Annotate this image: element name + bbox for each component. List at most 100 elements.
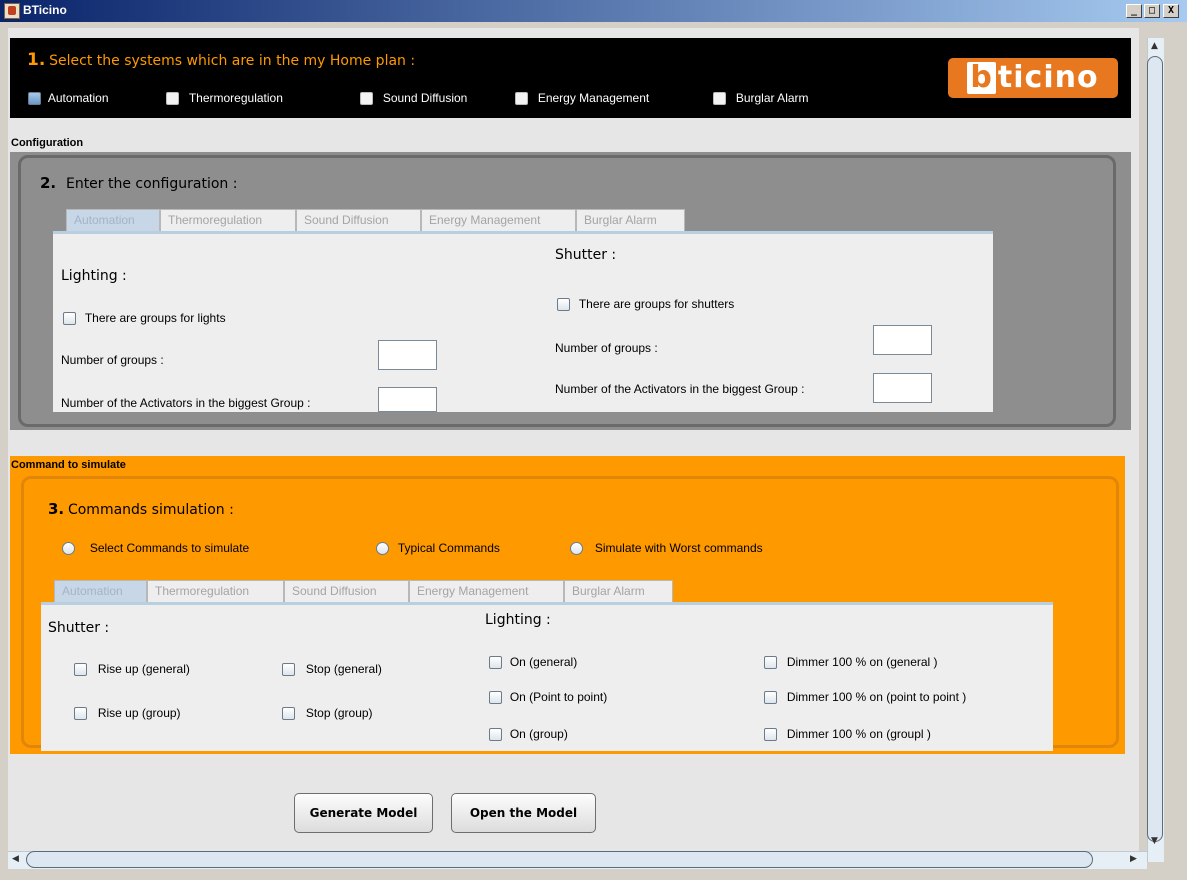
logo-highlight: b <box>967 62 996 94</box>
java-app-icon <box>4 3 20 19</box>
label-stop-general: Stop (general) <box>305 662 382 676</box>
config-lighting-groups-checkbox[interactable] <box>63 312 76 325</box>
checkbox-rise-up-group[interactable] <box>74 707 87 720</box>
command-tab-burglar-alarm[interactable]: Burglar Alarm <box>564 580 673 602</box>
checkbox-dimmer-point-to-point[interactable] <box>764 691 777 704</box>
system-label-thermoregulation: Thermoregulation <box>188 91 283 105</box>
label-dimmer-point-to-point: Dimmer 100 % on (point to point ) <box>786 690 967 704</box>
mode-label-typical-commands: Typical Commands <box>397 541 500 555</box>
command-tab-energy-management[interactable]: Energy Management <box>409 580 564 602</box>
command-shutter-title: Shutter : <box>48 620 110 636</box>
system-checkbox-energy-management[interactable]: Energy Management <box>515 91 649 105</box>
checkbox-energy-management[interactable] <box>515 92 528 105</box>
scroll-up-arrow-icon[interactable]: ▲ <box>1151 41 1158 51</box>
config-lighting-num-groups-label: Number of groups : <box>61 353 164 367</box>
scroll-left-arrow-icon[interactable]: ◀ <box>12 854 19 864</box>
label-on-point-to-point: On (Point to point) <box>509 690 608 704</box>
close-button[interactable]: X <box>1163 4 1179 18</box>
command-dimmer-group[interactable]: Dimmer 100 % on (groupl ) <box>764 727 931 741</box>
command-stop-group[interactable]: Stop (group) <box>282 706 373 720</box>
command-dimmer-general[interactable]: Dimmer 100 % on (general ) <box>764 655 938 669</box>
checkbox-sound-diffusion[interactable] <box>360 92 373 105</box>
config-tab-sound-diffusion[interactable]: Sound Diffusion <box>296 209 421 231</box>
checkbox-dimmer-general[interactable] <box>764 656 777 669</box>
system-checkbox-automation[interactable]: Automation <box>28 91 109 105</box>
section1-title: Select the systems which are in the my H… <box>49 53 416 69</box>
checkbox-dimmer-group[interactable] <box>764 728 777 741</box>
generate-model-button[interactable]: Generate Model <box>294 793 433 833</box>
maximize-button[interactable]: □ <box>1144 4 1160 18</box>
command-tab-thermoregulation[interactable]: Thermoregulation <box>147 580 284 602</box>
section2-title: Enter the configuration : <box>65 176 238 192</box>
command-tab-automation[interactable]: Automation <box>54 580 147 602</box>
logo-text: ticino <box>997 60 1099 95</box>
open-model-button[interactable]: Open the Model <box>451 793 596 833</box>
minimize-button[interactable]: _ <box>1126 4 1142 18</box>
bticino-logo: b ticino <box>948 58 1118 98</box>
scroll-down-arrow-icon[interactable]: ▼ <box>1151 836 1158 846</box>
checkbox-thermoregulation[interactable] <box>166 92 179 105</box>
mode-label-select-commands: Select Commands to simulate <box>89 541 250 555</box>
section3-title: Commands simulation : <box>67 502 234 518</box>
label-rise-up-group: Rise up (group) <box>97 706 181 720</box>
config-tab-automation[interactable]: Automation <box>66 209 160 231</box>
checkbox-stop-group[interactable] <box>282 707 295 720</box>
command-rise-up-general[interactable]: Rise up (general) <box>74 662 190 676</box>
vertical-scrollbar-thumb[interactable] <box>1147 56 1163 842</box>
scroll-right-arrow-icon[interactable]: ▶ <box>1130 854 1137 864</box>
section3-heading: 3. Commands simulation : <box>48 500 234 518</box>
config-shutter-num-activators-input[interactable] <box>873 373 932 403</box>
config-lighting-num-activators-label: Number of the Activators in the biggest … <box>61 396 311 410</box>
command-stop-general[interactable]: Stop (general) <box>282 662 382 676</box>
system-checkbox-thermoregulation[interactable]: Thermoregulation <box>166 91 283 105</box>
command-dimmer-point-to-point[interactable]: Dimmer 100 % on (point to point ) <box>764 690 966 704</box>
window-title-bar[interactable]: BTicino _ □ X <box>0 0 1187 22</box>
label-on-general: On (general) <box>509 655 578 669</box>
config-shutter-num-activators-label: Number of the Activators in the biggest … <box>555 382 805 396</box>
checkbox-burglar-alarm[interactable] <box>713 92 726 105</box>
config-lighting-num-activators-input[interactable] <box>378 387 437 412</box>
command-on-point-to-point[interactable]: On (Point to point) <box>489 690 607 704</box>
config-shutter-groups-label: There are groups for shutters <box>578 297 735 311</box>
mode-typical-commands[interactable]: Typical Commands <box>376 541 500 555</box>
commands-header: Command to simulate <box>11 459 126 471</box>
config-lighting-groups-label: There are groups for lights <box>84 311 226 325</box>
config-shutter-groups-checkbox[interactable] <box>557 298 570 311</box>
mode-label-worst-commands: Simulate with Worst commands <box>594 541 763 555</box>
config-tab-thermoregulation[interactable]: Thermoregulation <box>160 209 296 231</box>
commands-header-bar <box>10 456 1125 472</box>
command-on-general[interactable]: On (general) <box>489 655 577 669</box>
command-rise-up-group[interactable]: Rise up (group) <box>74 706 181 720</box>
checkbox-on-group[interactable] <box>489 728 502 741</box>
config-shutter-num-groups-input[interactable] <box>873 325 932 355</box>
checkbox-on-point-to-point[interactable] <box>489 691 502 704</box>
checkbox-rise-up-general[interactable] <box>74 663 87 676</box>
config-lighting-groups-option[interactable]: There are groups for lights <box>63 311 226 325</box>
mode-select-commands[interactable]: Select Commands to simulate <box>62 541 249 555</box>
horizontal-scrollbar-thumb[interactable] <box>26 851 1093 868</box>
system-label-sound-diffusion: Sound Diffusion <box>382 91 468 105</box>
command-tab-sound-diffusion[interactable]: Sound Diffusion <box>284 580 409 602</box>
checkbox-on-general[interactable] <box>489 656 502 669</box>
config-lighting-num-groups-input[interactable] <box>378 340 437 370</box>
label-stop-group: Stop (group) <box>305 706 373 720</box>
config-tab-burglar-alarm[interactable]: Burglar Alarm <box>576 209 685 231</box>
radio-typical-commands[interactable] <box>376 542 389 555</box>
radio-worst-commands[interactable] <box>570 542 583 555</box>
system-checkbox-sound-diffusion[interactable]: Sound Diffusion <box>360 91 467 105</box>
config-shutter-groups-option[interactable]: There are groups for shutters <box>557 297 734 311</box>
system-label-energy-management: Energy Management <box>537 91 650 105</box>
radio-select-commands[interactable] <box>62 542 75 555</box>
config-shutter-title: Shutter : <box>555 247 617 263</box>
configuration-header: Configuration <box>11 137 84 149</box>
checkbox-automation[interactable] <box>28 92 41 105</box>
config-shutter-num-groups-label: Number of groups : <box>555 341 658 355</box>
label-rise-up-general: Rise up (general) <box>97 662 190 676</box>
label-on-group: On (group) <box>509 727 568 741</box>
system-checkbox-burglar-alarm[interactable]: Burglar Alarm <box>713 91 809 105</box>
command-on-group[interactable]: On (group) <box>489 727 568 741</box>
checkbox-stop-general[interactable] <box>282 663 295 676</box>
mode-worst-commands[interactable]: Simulate with Worst commands <box>570 541 763 555</box>
system-label-automation: Automation <box>47 91 109 105</box>
config-tab-energy-management[interactable]: Energy Management <box>421 209 576 231</box>
